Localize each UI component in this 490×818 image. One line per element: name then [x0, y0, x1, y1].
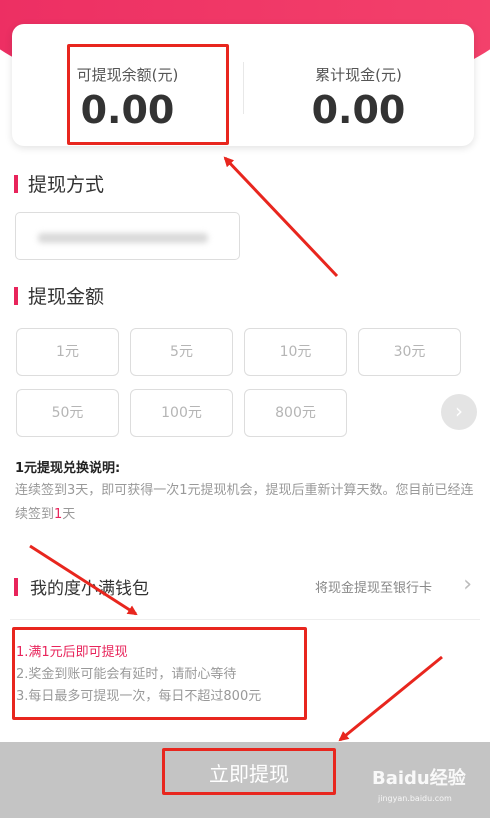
annotation-arrow — [223, 156, 339, 278]
annotation-arrow — [338, 655, 443, 742]
annotation-arrow — [29, 544, 138, 616]
annotation-arrows — [29, 156, 443, 742]
